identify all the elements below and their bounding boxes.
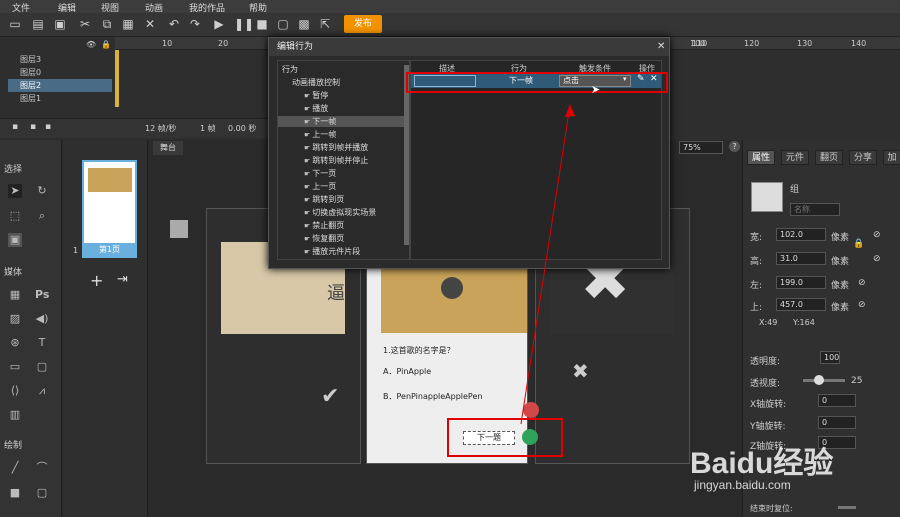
watermark-brand: Baidu经验 [690, 447, 834, 480]
mouse-cursor-icon: ➤ [591, 83, 601, 96]
watermark-url: jingyan.baidu.com [694, 478, 791, 492]
